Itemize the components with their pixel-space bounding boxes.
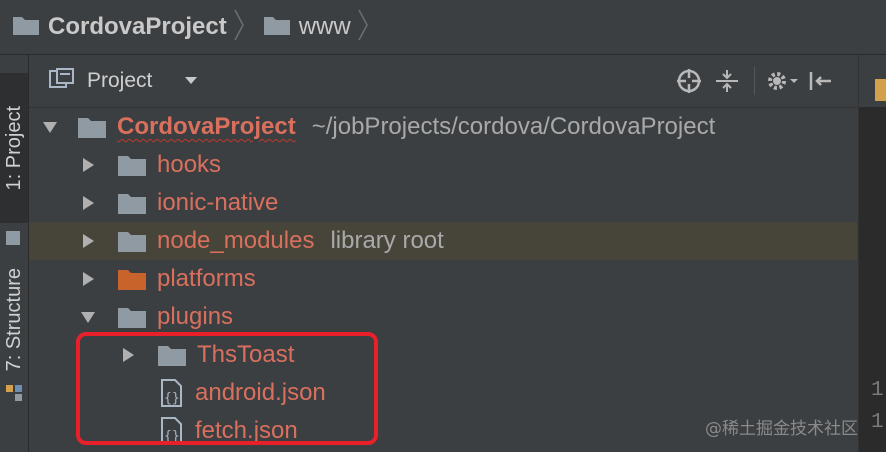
dropdown-arrow-icon[interactable]: [184, 72, 198, 90]
breadcrumb-label: CordovaProject: [48, 13, 227, 40]
tree-item[interactable]: plugins: [29, 298, 857, 336]
folder-icon: [263, 14, 291, 41]
navigation-bar: CordovaProject www: [0, 0, 886, 55]
tree-root-path: ~/jobProjects/cordova/CordovaProject: [311, 113, 716, 140]
chevron-right-icon[interactable]: [79, 270, 97, 288]
tree-item[interactable]: ThsToast: [29, 336, 857, 374]
tab-structure[interactable]: 7: Structure: [0, 250, 28, 390]
line-number: 1: [871, 411, 884, 434]
file-icon: [875, 79, 886, 101]
chevron-right-icon: [357, 8, 369, 47]
tab-label: 1: Project: [2, 105, 25, 191]
chevron-right-icon[interactable]: [119, 346, 137, 364]
folder-icon: [117, 191, 147, 215]
tree-item-label: node_modules: [157, 227, 315, 254]
chevron-right-icon: [233, 8, 245, 47]
tree-item-label: hooks: [157, 151, 222, 178]
toolbar-separator: [754, 67, 755, 95]
tree-item-label: ionic-native: [157, 189, 279, 216]
hide-panel-icon[interactable]: [801, 61, 839, 101]
tab-label: 7: Structure: [2, 268, 25, 372]
gear-icon[interactable]: [763, 61, 801, 101]
breadcrumb-item-project[interactable]: CordovaProject: [0, 0, 227, 54]
tree-root[interactable]: CordovaProject ~/jobProjects/cordova/Cor…: [29, 108, 857, 146]
chevron-right-icon[interactable]: [79, 232, 97, 250]
folder-icon: [77, 115, 107, 139]
structure-icon: [6, 385, 22, 401]
line-number: 1: [871, 379, 884, 402]
chevron-down-icon[interactable]: [41, 118, 59, 136]
json-file-icon: {}: [159, 417, 185, 445]
collapse-all-icon[interactable]: [708, 61, 746, 101]
tree-item[interactable]: hooks: [29, 146, 857, 184]
tree-item-label: plugins: [157, 303, 234, 330]
crosshair-icon[interactable]: [670, 61, 708, 101]
editor-area: 1 1: [858, 55, 886, 452]
breadcrumb-item-www[interactable]: www: [251, 0, 351, 54]
watermark: @稀土掘金技术社区: [705, 419, 858, 439]
tree-item-label: platforms: [157, 265, 256, 292]
svg-text:{}: {}: [164, 391, 180, 406]
tree-item-label: ThsToast: [197, 341, 295, 368]
tool-window-stripe: 1: Project 7: Structure: [0, 55, 29, 452]
folder-icon: [12, 14, 40, 41]
folder-icon: [157, 343, 187, 367]
folder-icon: [117, 153, 147, 177]
folder-icon: [117, 229, 147, 253]
tree-item[interactable]: platforms: [29, 260, 857, 298]
chevron-right-icon[interactable]: [79, 156, 97, 174]
panel-title[interactable]: Project: [87, 69, 152, 93]
library-root-note: library root: [330, 227, 444, 254]
tool-window-icon: [6, 231, 20, 245]
editor-tab[interactable]: [859, 55, 886, 107]
folder-icon: [117, 305, 147, 329]
json-file-icon: {}: [159, 379, 185, 407]
project-panel-header: Project: [29, 55, 857, 108]
tree-item-label: fetch.json: [195, 417, 298, 444]
tab-project[interactable]: 1: Project: [0, 73, 28, 223]
tree-item[interactable]: node_modules library root: [29, 222, 857, 260]
tree-item-label: CordovaProject: [117, 113, 296, 140]
breadcrumb-label: www: [298, 13, 351, 40]
tree-item[interactable]: ionic-native: [29, 184, 857, 222]
chevron-right-icon[interactable]: [79, 194, 97, 212]
project-view-icon: [49, 67, 75, 95]
tree-item[interactable]: {} android.json: [29, 374, 857, 412]
excluded-folder-icon: [117, 267, 147, 291]
tree-item-label: android.json: [195, 379, 326, 406]
chevron-down-icon[interactable]: [79, 308, 97, 326]
project-tree: CordovaProject ~/jobProjects/cordova/Cor…: [29, 108, 857, 452]
svg-text:{}: {}: [164, 429, 180, 444]
